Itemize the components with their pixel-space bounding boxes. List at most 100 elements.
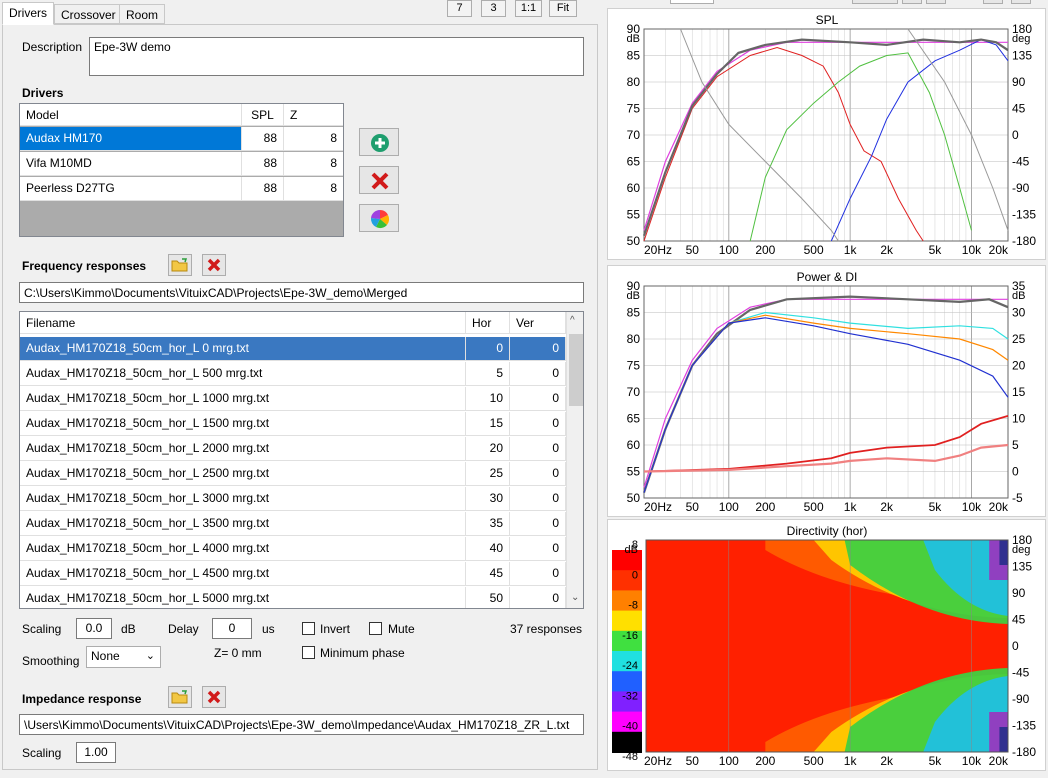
frequency-row[interactable]: Audax_HM170Z18_50cm_hor_L 3500 mrg.txt 35…	[20, 512, 566, 536]
driver-model[interactable]: Audax HM170	[20, 127, 242, 150]
toolbar-button-7[interactable]: 7	[447, 0, 472, 17]
dir-scale-tick: -16	[622, 630, 638, 642]
impedance-scaling-field[interactable]: 1.00	[76, 742, 116, 763]
remove-impedance-button[interactable]	[202, 686, 226, 708]
frequency-ver[interactable]: 0	[510, 362, 566, 385]
frequency-ver[interactable]: 0	[510, 412, 566, 435]
frequency-ver[interactable]: 0	[510, 562, 566, 585]
add-driver-button[interactable]	[359, 128, 399, 156]
chart-toolbar-control[interactable]	[983, 0, 1003, 4]
mute-checkbox[interactable]	[369, 622, 382, 635]
frequency-hor[interactable]: 40	[466, 537, 510, 560]
frequency-hor[interactable]: 25	[466, 462, 510, 485]
scrollbar-thumb[interactable]	[569, 334, 583, 406]
frequency-ver[interactable]: 0	[510, 487, 566, 510]
spl-title: SPL	[816, 13, 839, 27]
toolbar-button-3[interactable]: 3	[481, 0, 506, 17]
tab-drivers[interactable]: Drivers	[2, 2, 54, 25]
directivity-chart[interactable]: Directivity (hor) 8 0 -8 -16 -24 -32 -40 -48 dB 18…	[607, 519, 1046, 771]
open-impedance-button[interactable]	[168, 686, 192, 708]
frequency-filename[interactable]: Audax_HM170Z18_50cm_hor_L 500 mrg.txt	[20, 362, 466, 385]
description-field[interactable]: Epe-3W demo	[89, 37, 584, 76]
driver-row[interactable]: Peerless D27TG 88 8	[20, 177, 343, 201]
scroll-up-icon[interactable]: ^	[570, 315, 575, 326]
scroll-down-icon[interactable]: ⌄	[571, 592, 579, 603]
frequency-hor[interactable]: 30	[466, 487, 510, 510]
driver-z[interactable]: 8	[284, 177, 343, 200]
frequency-path-field[interactable]: C:\Users\Kimmo\Documents\VituixCAD\Proje…	[19, 282, 584, 303]
frequency-filename[interactable]: Audax_HM170Z18_50cm_hor_L 4500 mrg.txt	[20, 562, 466, 585]
column-header-spl[interactable]: SPL	[242, 104, 284, 126]
frequency-filename[interactable]: Audax_HM170Z18_50cm_hor_L 1500 mrg.txt	[20, 412, 466, 435]
chart-toolbar-control[interactable]	[926, 0, 946, 4]
driver-spl[interactable]: 88	[242, 127, 284, 150]
delay-field[interactable]: 0	[212, 618, 252, 639]
frequency-ver[interactable]: 0	[510, 387, 566, 410]
frequency-ver[interactable]: 0	[510, 437, 566, 460]
chart-toolbar-control[interactable]	[670, 0, 714, 4]
driver-spl[interactable]: 88	[242, 177, 284, 200]
minimum-phase-checkbox[interactable]	[302, 646, 315, 659]
toolbar-button-fit[interactable]: Fit	[549, 0, 577, 17]
toolbar-button-1-1[interactable]: 1:1	[515, 0, 542, 17]
frequency-row[interactable]: Audax_HM170Z18_50cm_hor_L 2000 mrg.txt 20…	[20, 437, 566, 461]
frequency-hor[interactable]: 20	[466, 437, 510, 460]
frequency-row[interactable]: Audax_HM170Z18_50cm_hor_L 3000 mrg.txt 30…	[20, 487, 566, 511]
driver-z[interactable]: 8	[284, 152, 343, 175]
power-ytick-left: 65	[627, 412, 641, 426]
power-di-chart[interactable]: Power & DI 90 85 80 75 70 65 60 55 50 dB 35 30 25 20 15…	[607, 265, 1046, 517]
scaling-field[interactable]: 0.0	[76, 618, 112, 639]
tab-room[interactable]: Room	[119, 4, 166, 24]
driver-color-button[interactable]	[359, 204, 399, 232]
driver-spl[interactable]: 88	[242, 152, 284, 175]
frequency-row[interactable]: Audax_HM170Z18_50cm_hor_L 2500 mrg.txt 25…	[20, 462, 566, 486]
invert-checkbox[interactable]	[302, 622, 315, 635]
frequency-row[interactable]: Audax_HM170Z18_50cm_hor_L 5000 mrg.txt 50…	[20, 587, 566, 608]
remove-driver-button[interactable]	[359, 166, 399, 194]
smoothing-select[interactable]: None ⌄	[86, 646, 161, 668]
frequency-ver[interactable]: 0	[510, 337, 566, 360]
frequency-ver[interactable]: 0	[510, 587, 566, 608]
frequency-hor[interactable]: 45	[466, 562, 510, 585]
frequency-filename[interactable]: Audax_HM170Z18_50cm_hor_L 1000 mrg.txt	[20, 387, 466, 410]
frequency-hor[interactable]: 5	[466, 362, 510, 385]
frequency-filename[interactable]: Audax_HM170Z18_50cm_hor_L 3500 mrg.txt	[20, 512, 466, 535]
chart-toolbar-control[interactable]	[902, 0, 922, 4]
frequency-filename[interactable]: Audax_HM170Z18_50cm_hor_L 0 mrg.txt	[20, 337, 466, 360]
frequency-ver[interactable]: 0	[510, 462, 566, 485]
frequency-ver[interactable]: 0	[510, 537, 566, 560]
chart-toolbar-control[interactable]	[852, 0, 898, 4]
frequency-row[interactable]: Audax_HM170Z18_50cm_hor_L 1500 mrg.txt 15…	[20, 412, 566, 436]
frequency-row[interactable]: Audax_HM170Z18_50cm_hor_L 1000 mrg.txt 10…	[20, 387, 566, 411]
frequency-hor[interactable]: 10	[466, 387, 510, 410]
frequency-filename[interactable]: Audax_HM170Z18_50cm_hor_L 2000 mrg.txt	[20, 437, 466, 460]
frequency-hor[interactable]: 0	[466, 337, 510, 360]
remove-frequency-button[interactable]	[202, 254, 226, 276]
frequency-row[interactable]: Audax_HM170Z18_50cm_hor_L 4500 mrg.txt 45…	[20, 562, 566, 586]
tab-crossover[interactable]: Crossover	[54, 4, 123, 24]
frequency-row[interactable]: Audax_HM170Z18_50cm_hor_L 500 mrg.txt 5 0	[20, 362, 566, 386]
frequency-hor[interactable]: 50	[466, 587, 510, 608]
spl-chart[interactable]: SPL 90 85 80 75 70 65 60 55 50 dB 180 135 90 45 0 -45 -90…	[607, 8, 1046, 260]
driver-model[interactable]: Peerless D27TG	[20, 177, 242, 200]
frequency-ver[interactable]: 0	[510, 512, 566, 535]
driver-row[interactable]: Audax HM170 88 8	[20, 127, 343, 151]
frequency-filename[interactable]: Audax_HM170Z18_50cm_hor_L 4000 mrg.txt	[20, 537, 466, 560]
folder-icon	[171, 690, 188, 704]
column-header-model[interactable]: Model	[20, 104, 242, 126]
driver-z[interactable]: 8	[284, 127, 343, 150]
driver-row[interactable]: Vifa M10MD 88 8	[20, 152, 343, 176]
frequency-hor[interactable]: 35	[466, 512, 510, 535]
frequency-filename[interactable]: Audax_HM170Z18_50cm_hor_L 2500 mrg.txt	[20, 462, 466, 485]
chart-toolbar-control[interactable]	[1011, 0, 1031, 4]
open-frequency-button[interactable]	[168, 254, 192, 276]
frequency-filename[interactable]: Audax_HM170Z18_50cm_hor_L 3000 mrg.txt	[20, 487, 466, 510]
frequency-filename[interactable]: Audax_HM170Z18_50cm_hor_L 5000 mrg.txt	[20, 587, 466, 608]
vertical-scrollbar[interactable]: ^ ⌄	[566, 312, 583, 608]
frequency-row[interactable]: Audax_HM170Z18_50cm_hor_L 0 mrg.txt 0 0	[20, 337, 566, 361]
frequency-hor[interactable]: 15	[466, 412, 510, 435]
impedance-path-field[interactable]: \Users\Kimmo\Documents\VituixCAD\Project…	[19, 714, 584, 735]
frequency-row[interactable]: Audax_HM170Z18_50cm_hor_L 4000 mrg.txt 40…	[20, 537, 566, 561]
driver-model[interactable]: Vifa M10MD	[20, 152, 242, 175]
column-header-z[interactable]: Z	[284, 104, 343, 126]
